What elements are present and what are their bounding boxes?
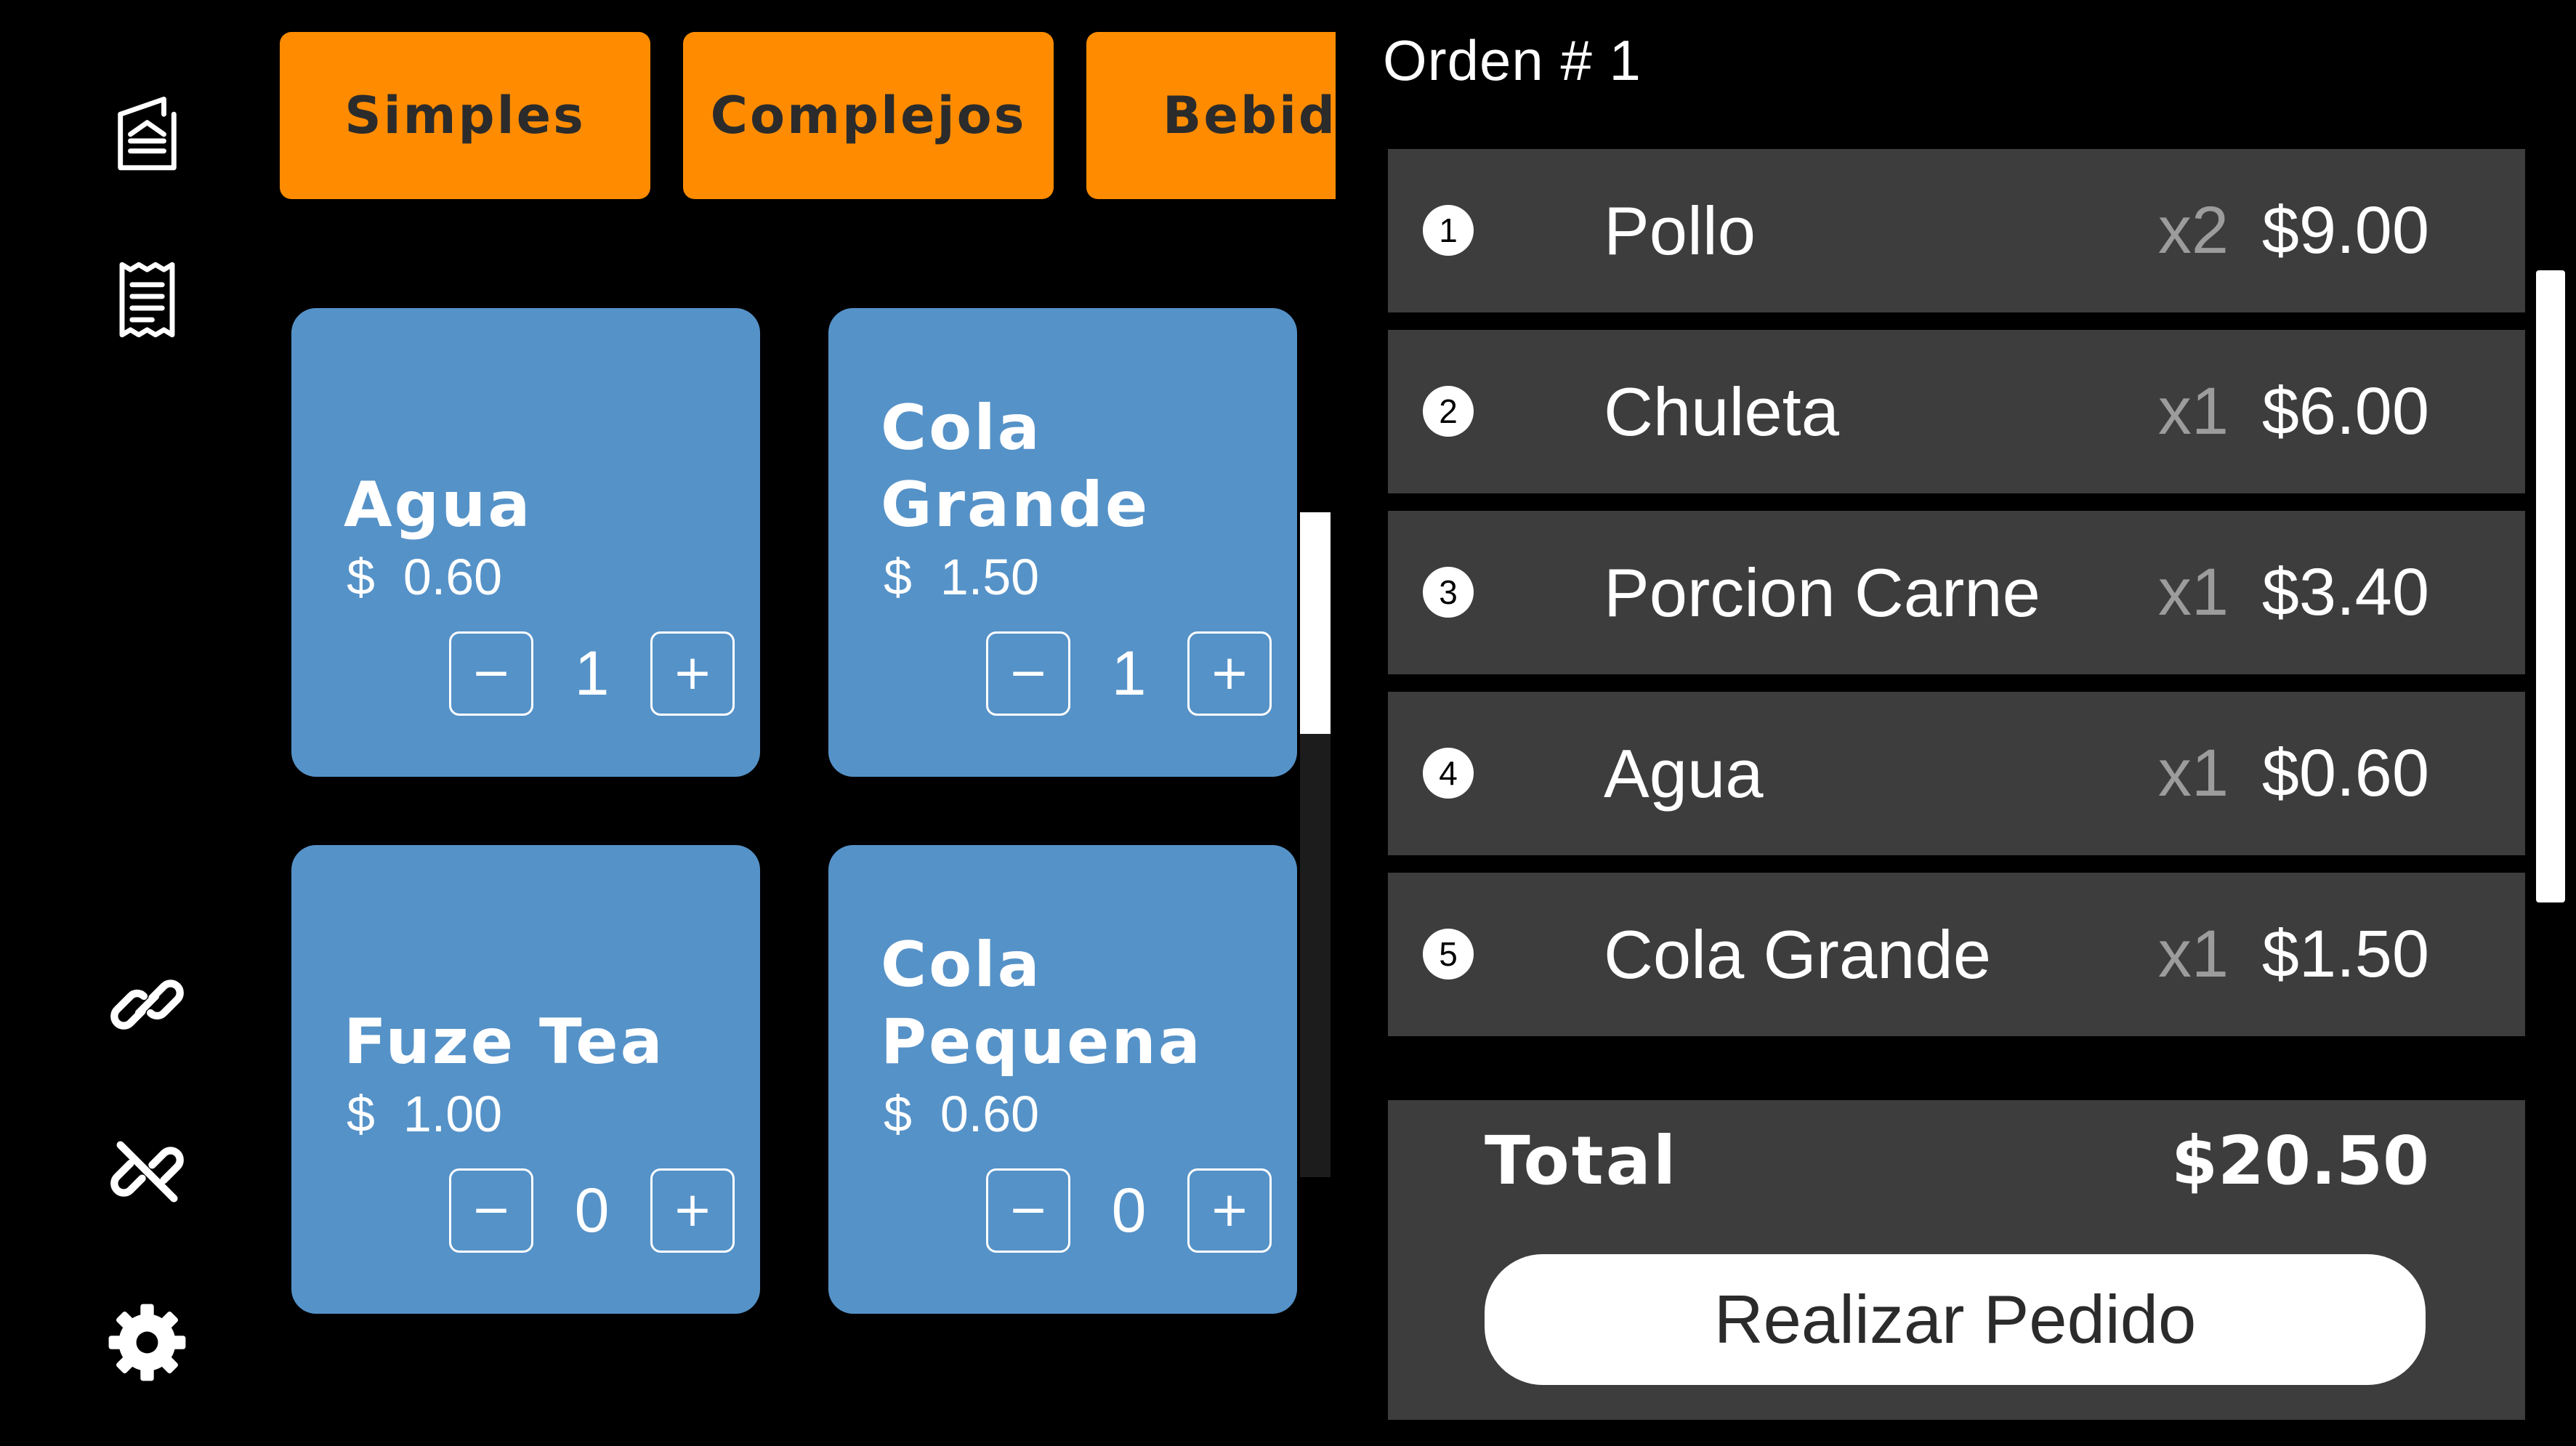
item-name: Cola Grande (1604, 916, 1991, 993)
total-label: Total (1485, 1122, 1679, 1200)
item-name: Agua (1604, 735, 1764, 812)
product-card-agua[interactable]: Agua $ 0.60 − 1 + (291, 308, 760, 777)
receipt-icon[interactable] (105, 258, 189, 342)
item-quantity: x1 (2157, 736, 2229, 810)
item-price: $3.40 (2261, 555, 2429, 629)
item-name: Pollo (1604, 193, 1756, 269)
product-name: Agua (344, 469, 533, 541)
item-price: $9.00 (2261, 193, 2429, 267)
item-quantity: x2 (2157, 193, 2229, 267)
unlink-icon[interactable] (105, 1130, 189, 1213)
tab-simples[interactable]: Simples (280, 32, 650, 199)
decrease-quantity-button[interactable]: − (986, 631, 1070, 716)
link-icon[interactable] (105, 963, 189, 1046)
total-value: $20.50 (2171, 1122, 2429, 1200)
item-price: $0.60 (2261, 736, 2429, 810)
increase-quantity-button[interactable]: + (1187, 1168, 1272, 1253)
place-order-button[interactable]: Realizar Pedido (1485, 1254, 2426, 1385)
order-total-box: Total $20.50 Realizar Pedido (1388, 1100, 2525, 1420)
item-number-badge: 1 (1423, 205, 1474, 256)
increase-quantity-button[interactable]: + (650, 631, 735, 716)
increase-quantity-button[interactable]: + (1187, 631, 1272, 716)
product-price: $ 0.60 (884, 1086, 1040, 1142)
category-tabs: Simples Complejos Bebidas (276, 29, 1336, 203)
product-card-fuze-tea[interactable]: Fuze Tea $ 1.00 − 0 + (291, 845, 760, 1314)
product-price: $ 1.00 (347, 1086, 503, 1142)
item-price: $1.50 (2261, 917, 2429, 991)
quantity-value: 0 (574, 1176, 610, 1245)
gear-icon[interactable] (105, 1301, 189, 1384)
item-quantity: x1 (2157, 374, 2229, 448)
order-item[interactable]: 3 Porcion Carne x1 $3.40 (1388, 511, 2525, 674)
menu-book-icon[interactable] (105, 91, 189, 174)
product-card-cola-grande[interactable]: Cola Grande $ 1.50 − 1 + (828, 308, 1297, 777)
product-name: Fuze Tea (344, 1006, 665, 1078)
item-number-badge: 3 (1423, 567, 1474, 618)
product-name: Cola Grande (881, 392, 1150, 541)
product-name: Cola Pequena (881, 929, 1203, 1078)
decrease-quantity-button[interactable]: − (449, 631, 533, 716)
order-item[interactable]: 5 Cola Grande x1 $1.50 (1388, 873, 2525, 1036)
order-title: Orden # 1 (1383, 28, 1642, 92)
quantity-value: 0 (1111, 1176, 1147, 1245)
item-quantity: x1 (2157, 555, 2229, 629)
order-item[interactable]: 2 Chuleta x1 $6.00 (1388, 330, 2525, 493)
order-list-scrollbar-thumb[interactable] (2536, 270, 2565, 902)
quantity-value: 1 (574, 639, 610, 708)
item-number-badge: 4 (1423, 748, 1474, 799)
item-quantity: x1 (2157, 917, 2229, 991)
decrease-quantity-button[interactable]: − (986, 1168, 1070, 1253)
decrease-quantity-button[interactable]: − (449, 1168, 533, 1253)
quantity-value: 1 (1111, 639, 1147, 708)
product-grid-scrollbar-thumb[interactable] (1300, 512, 1331, 734)
item-number-badge: 5 (1423, 929, 1474, 980)
item-name: Porcion Carne (1604, 554, 2040, 631)
tab-complejos[interactable]: Complejos (683, 32, 1054, 199)
product-price: $ 1.50 (884, 549, 1040, 605)
order-item[interactable]: 1 Pollo x2 $9.00 (1388, 149, 2525, 312)
order-item[interactable]: 4 Agua x1 $0.60 (1388, 692, 2525, 855)
item-name: Chuleta (1604, 373, 1839, 450)
tab-bebidas[interactable]: Bebidas (1086, 32, 1336, 199)
product-card-cola-pequena[interactable]: Cola Pequena $ 0.60 − 0 + (828, 845, 1297, 1314)
increase-quantity-button[interactable]: + (650, 1168, 735, 1253)
product-price: $ 0.60 (347, 549, 503, 605)
item-price: $6.00 (2261, 374, 2429, 448)
item-number-badge: 2 (1423, 386, 1474, 437)
